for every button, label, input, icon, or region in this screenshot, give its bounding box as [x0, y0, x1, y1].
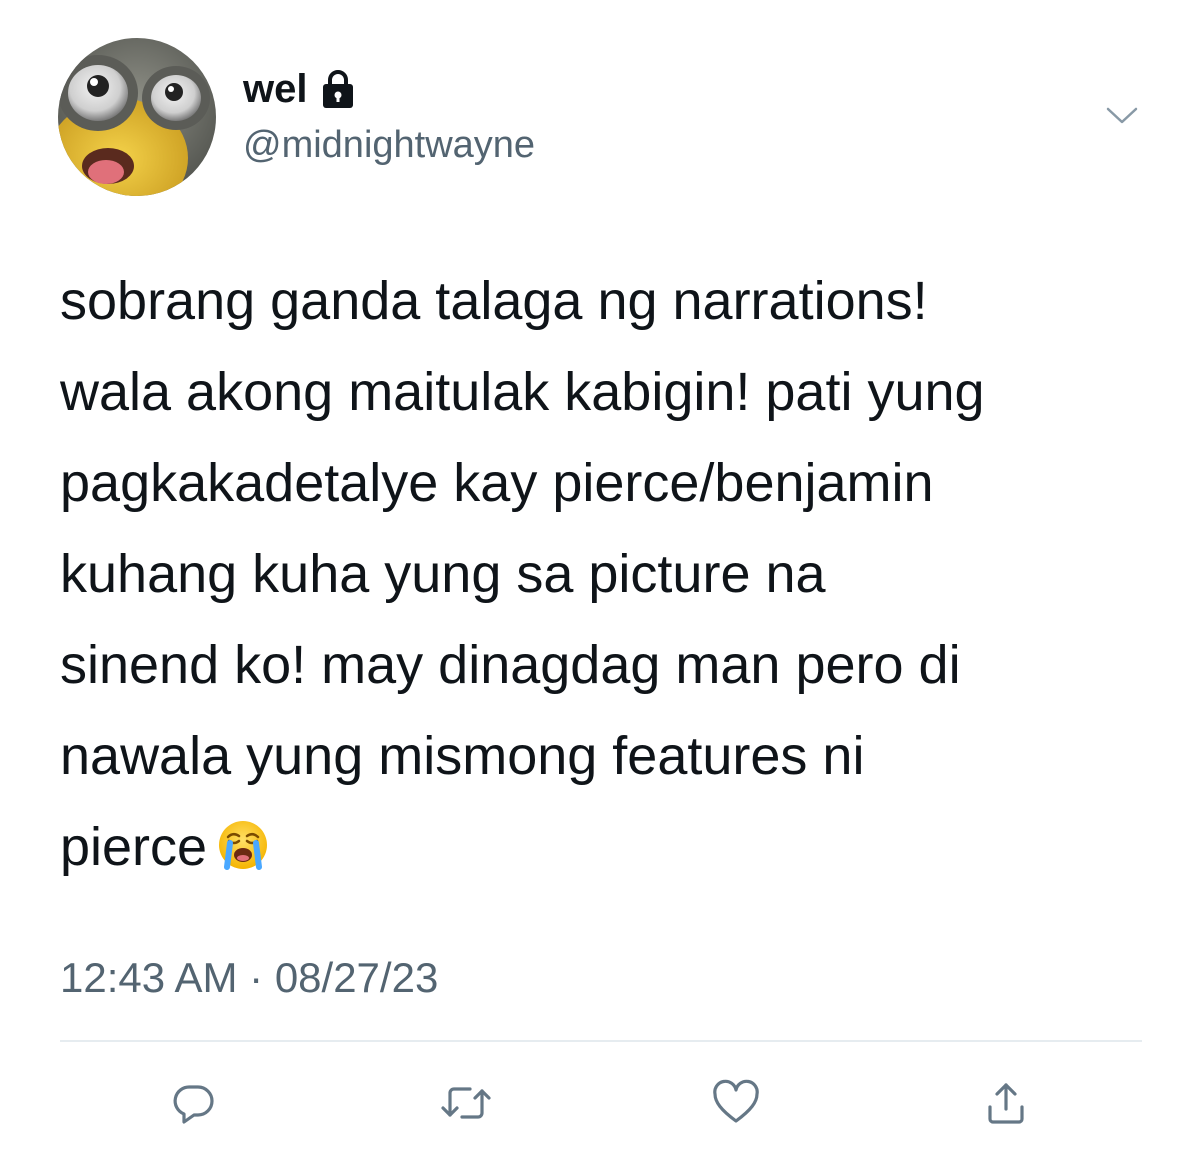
action-bar: [0, 1073, 1200, 1133]
tweet-date: 08/27/23: [274, 954, 439, 1001]
user-handle[interactable]: @midnightwayne: [243, 120, 535, 170]
display-name[interactable]: wel: [243, 64, 307, 114]
tweet-card: wel @midnightwayne sobrang ganda talaga …: [0, 0, 1200, 1169]
user-avatar[interactable]: [58, 38, 216, 196]
divider: [60, 1040, 1142, 1042]
chevron-down-icon[interactable]: [1102, 100, 1142, 130]
tweet-timestamp[interactable]: 12:43 AM · 08/27/23: [60, 950, 438, 1006]
meta-separator: ·: [249, 954, 264, 1001]
share-button[interactable]: [976, 1073, 1036, 1133]
share-icon: [988, 1083, 1024, 1124]
loudly-crying-face-icon: [217, 808, 269, 870]
like-button[interactable]: [706, 1073, 766, 1133]
retweet-button[interactable]: [436, 1073, 496, 1133]
tweet-text-content: sobrang ganda talaga ng narrations! wala…: [60, 271, 985, 877]
tweet-time: 12:43 AM: [60, 954, 238, 1001]
retweet-icon: [441, 1087, 491, 1119]
tweet-text: sobrang ganda talaga ng narrations! wala…: [60, 256, 1160, 893]
lock-icon: [321, 69, 355, 109]
reply-icon: [173, 1085, 214, 1124]
name-row: wel: [243, 64, 355, 114]
heart-icon: [713, 1079, 759, 1123]
minion-avatar: [58, 38, 216, 196]
reply-button[interactable]: [164, 1073, 224, 1133]
